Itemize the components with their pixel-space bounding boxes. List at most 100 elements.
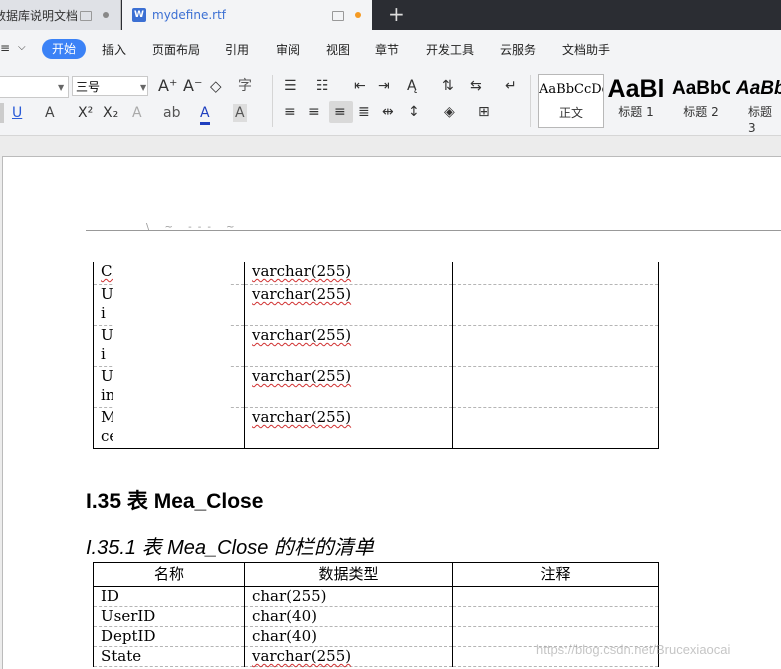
numbered-list-icon[interactable]: ☷	[316, 77, 329, 95]
text-direction-icon[interactable]: Ą	[407, 77, 417, 95]
cell-note	[452, 284, 659, 326]
justify-icon[interactable]: ≣	[358, 103, 370, 121]
tab-label: mydefine.rtf	[152, 8, 227, 22]
font-size-value: 三号	[76, 80, 101, 94]
cell-note	[452, 606, 659, 627]
cell-type: varchar(255)	[244, 366, 453, 408]
cell-name: ID	[93, 586, 245, 607]
subscript-icon[interactable]: X₂	[103, 104, 118, 122]
cell-note	[452, 407, 659, 449]
cell-note	[452, 366, 659, 408]
chevron-down-icon[interactable]: ⌵	[18, 39, 26, 57]
cell-note	[452, 325, 659, 367]
cell-name: UserID	[93, 606, 245, 627]
menu-developer[interactable]: 开发工具	[426, 41, 474, 58]
distribute-icon[interactable]: ⇹	[382, 103, 394, 121]
menu-doc-assistant[interactable]: 文档助手	[562, 41, 610, 58]
column-header-type: 数据类型	[244, 562, 453, 587]
table-row: UserID char(40)	[93, 606, 659, 627]
align-center-icon[interactable]: ≡	[308, 103, 320, 121]
cell-name: State	[93, 646, 245, 667]
style-name: 标题 1	[618, 105, 654, 119]
clear-format-icon[interactable]: ◇	[210, 77, 222, 95]
toolbar-separator	[272, 75, 273, 127]
watermark-text: https://blog.csdn.net/Brucexiaocai	[536, 642, 731, 657]
section-heading: I.35 表 Mea_Close	[86, 490, 264, 513]
underline-icon[interactable]: U	[12, 104, 22, 122]
superscript-icon[interactable]: X²	[78, 104, 93, 122]
tab-mydefine[interactable]: W mydefine.rtf	[122, 0, 372, 30]
paint-bucket-icon[interactable]: ◈	[444, 103, 455, 121]
cell-note	[452, 262, 659, 285]
redaction-mask	[85, 231, 260, 262]
font-size-select[interactable]: 三号	[72, 76, 148, 96]
menu-view[interactable]: 视图	[326, 41, 350, 58]
menu-home[interactable]: 开始	[42, 39, 86, 59]
tab-database-doc[interactable]: 数据库说明文档	[0, 0, 121, 30]
highlight-icon[interactable]: ab	[163, 104, 180, 122]
bullet-list-icon[interactable]: ☰	[284, 77, 297, 95]
cell-type: varchar(255)	[244, 284, 453, 326]
chevron-down-icon[interactable]: ▼	[140, 83, 146, 92]
monitor-icon[interactable]	[80, 11, 92, 21]
pinyin-guide-icon[interactable]: 字	[238, 77, 252, 95]
increase-indent-icon[interactable]: ⇥	[378, 77, 390, 95]
menu-section[interactable]: 章节	[375, 41, 399, 58]
char-shading-icon[interactable]: A	[233, 104, 247, 122]
tab-label: 数据库说明文档	[0, 8, 79, 23]
style-sample: AaBbC	[672, 78, 730, 99]
redaction-mask	[113, 262, 229, 447]
unsaved-dot-icon	[355, 12, 361, 18]
menu-page-layout[interactable]: 页面布局	[152, 41, 200, 58]
menu-insert[interactable]: 插入	[102, 41, 126, 58]
style-name: 标题 3	[748, 105, 773, 135]
cell-note	[452, 586, 659, 607]
style-sample: AaBl	[607, 75, 665, 103]
style-heading-1[interactable]: AaBl 标题 1	[606, 74, 666, 126]
style-name: 标题 2	[683, 105, 719, 119]
cell-type: char(40)	[244, 626, 453, 647]
menu-lines-icon[interactable]: ≡	[0, 39, 10, 57]
menu-review[interactable]: 审阅	[276, 41, 300, 58]
cell-type: char(40)	[244, 606, 453, 627]
monitor-icon[interactable]	[332, 11, 344, 21]
new-tab-plus-icon[interactable]: +	[388, 4, 405, 24]
column-header-name: 名称	[93, 562, 245, 587]
border-icon[interactable]: ⊞	[478, 103, 490, 121]
align-left-icon[interactable]: ≡	[284, 103, 296, 121]
toolbar-separator	[530, 75, 531, 127]
ribbon-menu-bar: ≡ ⌵ 开始 插入 页面布局 引用 审阅 视图 章节 开发工具 云服务 文档助手	[0, 30, 781, 67]
chevron-down-icon[interactable]: ▼	[58, 83, 64, 92]
formatting-toolbar: ▼ 三号 ▼ A⁺ A⁻ ◇ 字 U A X² X₂ A ab A A ☰ ☷ …	[0, 67, 781, 136]
grow-font-icon[interactable]: A⁺	[158, 77, 177, 95]
cell-type: varchar(255)	[244, 262, 453, 285]
font-color-icon[interactable]: A	[200, 104, 210, 125]
style-heading-3[interactable]: AaBbC 标题 3	[736, 74, 781, 135]
redaction-mask	[60, 255, 93, 267]
menu-cloud[interactable]: 云服务	[500, 41, 536, 58]
text-effect-icon[interactable]: A	[132, 104, 142, 122]
line-spacing-icon[interactable]: ↕	[408, 103, 420, 121]
style-heading-2[interactable]: AaBbC 标题 2	[672, 74, 730, 126]
strikethrough-icon[interactable]: A	[45, 104, 55, 122]
table-row: ID char(255)	[93, 586, 659, 607]
column-header-note: 注释	[452, 562, 659, 587]
table-header-row: 名称 数据类型 注释	[93, 562, 659, 587]
style-sample: AaBbCcDd	[539, 82, 603, 97]
decrease-indent-icon[interactable]: ⇤	[354, 77, 366, 95]
italic-button-partial[interactable]	[0, 103, 4, 123]
align-right-icon[interactable]: ≡	[334, 103, 346, 121]
style-name: 正文	[558, 106, 583, 120]
menu-references[interactable]: 引用	[225, 41, 249, 58]
cell-type: varchar(255)	[244, 407, 453, 449]
style-sample: AaBbC	[736, 78, 781, 99]
paragraph-spacing-icon[interactable]: ⇆	[470, 77, 482, 95]
subsection-heading: I.35.1 表 Mea_Close 的栏的清单	[86, 537, 374, 559]
show-marks-icon[interactable]: ↵	[505, 77, 517, 95]
cell-type: varchar(255)	[244, 325, 453, 367]
style-normal[interactable]: AaBbCcDd 正文	[538, 74, 604, 128]
shrink-font-icon[interactable]: A⁻	[183, 77, 202, 95]
title-bar: 数据库说明文档 W mydefine.rtf +	[0, 0, 781, 30]
sort-icon[interactable]: ⇅	[442, 77, 454, 95]
word-doc-icon: W	[132, 8, 146, 22]
